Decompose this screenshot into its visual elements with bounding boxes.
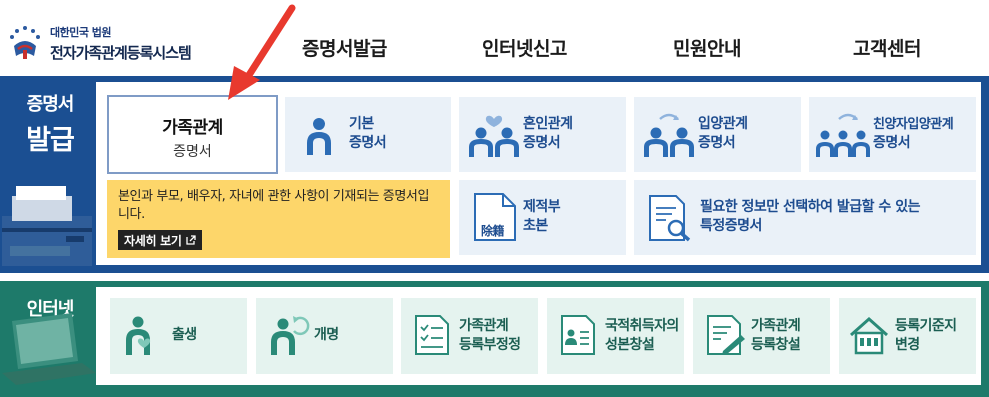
adoption-certificate-card[interactable]: 입양관계 증명서	[634, 97, 801, 172]
mother-baby-icon	[126, 316, 151, 355]
printer-icon	[2, 186, 92, 266]
nav-internet-report[interactable]: 인터넷신고	[482, 34, 567, 61]
naturalized-surname-creation-card[interactable]: 국적취득자의 성본창설	[547, 298, 684, 374]
registration-correction-card[interactable]: 가족관계 등록부정정	[401, 298, 538, 374]
family-relation-certificate-card[interactable]: 가족관계 증명서	[107, 95, 278, 174]
marriage-certificate-card[interactable]: 혼인관계 증명서	[459, 97, 626, 172]
name-change-report-card[interactable]: 개명	[256, 298, 393, 374]
specific-certificate-card[interactable]: 필요한 정보만 선택하여 발급할 수 있는 특정증명서	[634, 180, 976, 255]
view-details-button[interactable]: 자세히 보기	[118, 230, 202, 250]
tooltip-description: 본인과 부모, 배우자, 자녀에 관한 사항이 기재되는 증명서입니다.	[118, 189, 430, 222]
registration-base-change-card[interactable]: 등록기준지 변경	[839, 298, 976, 374]
court-emblem-icon	[6, 24, 44, 62]
adoption-icon	[644, 113, 694, 157]
person-refresh-icon	[271, 316, 310, 355]
full-adoption-certificate-card[interactable]: 친양자입양관계 증명서	[809, 97, 976, 172]
site-logo[interactable]: 대한민국 법원 전자가족관계등록시스템	[4, 18, 224, 68]
certificate-description-tooltip: 본인과 부모, 배우자, 자녀에 관한 사항이 기재되는 증명서입니다. 자세히…	[107, 180, 450, 258]
certificate-section-title: 증명서 발급	[26, 94, 75, 156]
site-header: 대한민국 법원 전자가족관계등록시스템 증명서발급 인터넷신고 민원안내 고객센…	[0, 0, 989, 76]
laptop-icon	[2, 313, 96, 385]
section-divider	[0, 273, 989, 281]
family-adoption-icon	[816, 113, 870, 157]
org-name: 대한민국 법원	[50, 25, 112, 39]
system-name: 전자가족관계등록시스템	[50, 43, 192, 62]
nav-civil-guide[interactable]: 민원안내	[673, 34, 741, 61]
external-link-icon	[185, 235, 196, 245]
birth-report-card[interactable]: 출생	[110, 298, 247, 374]
document-search-icon	[649, 195, 691, 242]
couple-heart-icon	[469, 115, 519, 157]
nav-certificate-issue[interactable]: 증명서발급	[302, 34, 387, 61]
house-icon	[850, 316, 888, 355]
basic-certificate-card[interactable]: 기본 증명서	[285, 97, 451, 172]
nav-customer-center[interactable]: 고객센터	[853, 34, 921, 61]
family-registration-creation-card[interactable]: 가족관계 등록창설	[693, 298, 830, 374]
checklist-document-icon	[415, 315, 449, 355]
removed-register-abstract-card[interactable]: 除籍 제적부 초본	[459, 180, 626, 255]
register-icon-text: 除籍	[481, 224, 505, 238]
person-icon	[307, 118, 331, 155]
id-document-icon	[561, 315, 595, 355]
document-pen-icon	[707, 315, 745, 355]
